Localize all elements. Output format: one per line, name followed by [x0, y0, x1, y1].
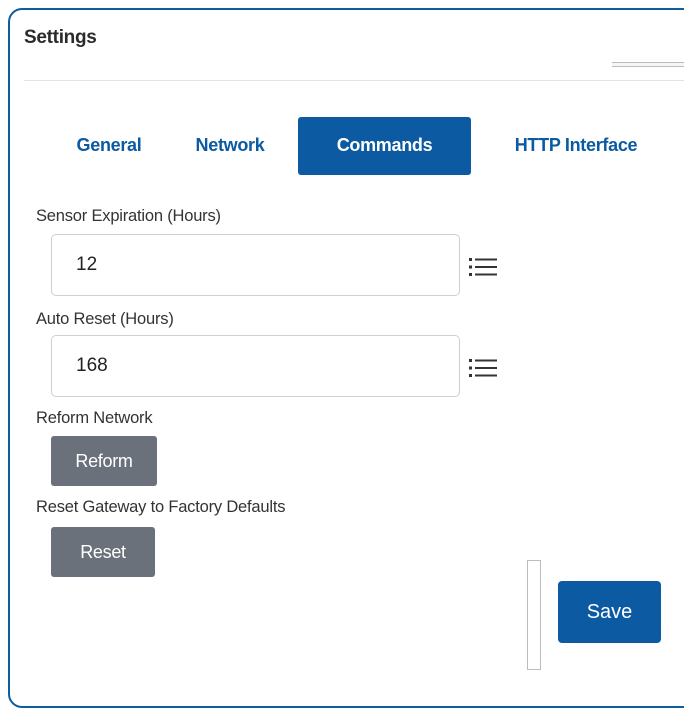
tab-bar: General Network Commands HTTP Interface — [0, 117, 684, 175]
list-icon[interactable] — [467, 354, 499, 382]
reset-gateway-label: Reset Gateway to Factory Defaults — [36, 498, 286, 516]
reset-button[interactable]: Reset — [51, 527, 155, 577]
resize-handle[interactable] — [612, 62, 684, 67]
tab-http-interface[interactable]: HTTP Interface — [490, 117, 662, 175]
tab-general[interactable]: General — [62, 117, 156, 175]
reform-button[interactable]: Reform — [51, 436, 157, 486]
auto-reset-input[interactable] — [51, 335, 460, 397]
sensor-expiration-input[interactable] — [51, 234, 460, 296]
panel-title: Settings — [24, 27, 97, 48]
list-icon[interactable] — [467, 253, 499, 281]
auto-reset-label: Auto Reset (Hours) — [36, 310, 174, 328]
tab-commands[interactable]: Commands — [298, 117, 471, 175]
reform-network-label: Reform Network — [36, 409, 153, 427]
sensor-expiration-label: Sensor Expiration (Hours) — [36, 207, 221, 225]
tab-network[interactable]: Network — [178, 117, 282, 175]
save-button[interactable]: Save — [558, 581, 661, 643]
scrollbar[interactable] — [527, 560, 541, 670]
header-divider — [24, 80, 684, 81]
